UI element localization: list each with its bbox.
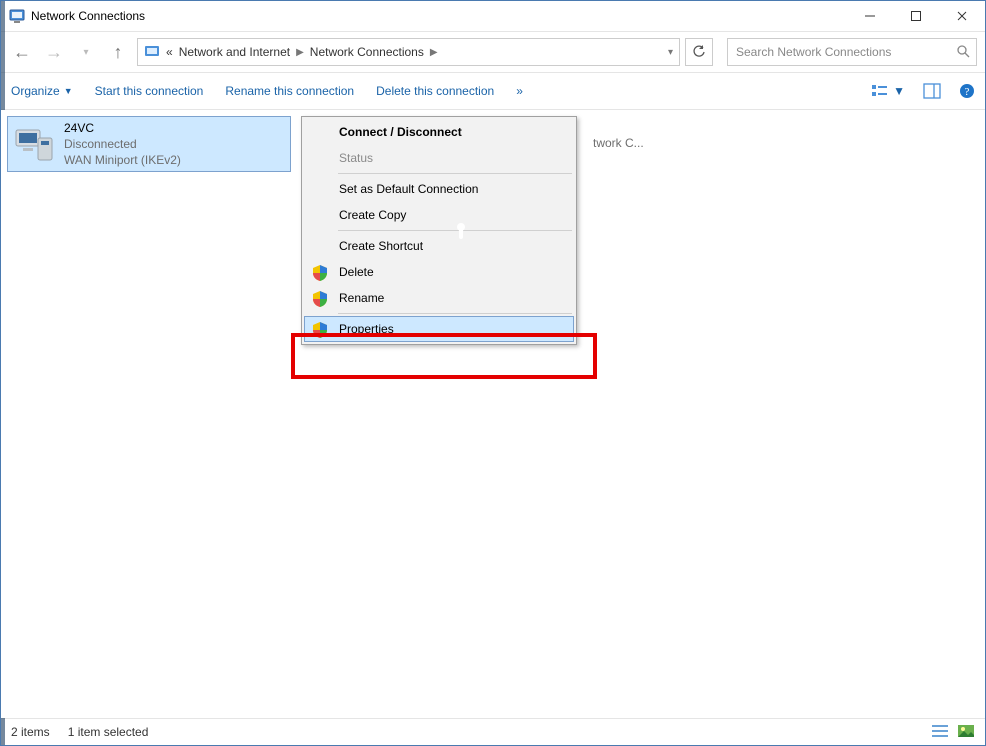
maximize-button[interactable] [893,1,939,31]
ctx-connect-disconnect[interactable]: Connect / Disconnect [304,119,574,145]
toolbar-overflow[interactable]: » [516,84,523,98]
ctx-create-copy[interactable]: Create Copy [304,202,574,228]
preview-pane-button[interactable] [923,83,941,99]
title-bar: Network Connections [1,1,985,32]
connection-name: 24VC [64,120,181,136]
refresh-button[interactable] [685,38,713,66]
ctx-delete[interactable]: Delete [304,259,574,285]
uac-shield-icon [311,264,329,282]
search-icon[interactable] [956,44,970,61]
breadcrumb-level-1[interactable]: Network and Internet [179,45,290,59]
address-bar: ← → ▾ ↑ « Network and Internet ▶ Network… [1,32,985,73]
status-bar: 2 items 1 item selected [1,718,985,745]
up-button[interactable]: ↑ [105,39,131,65]
search-input[interactable] [734,44,956,60]
organize-menu[interactable]: Organize▼ [11,84,73,98]
ctx-properties[interactable]: Properties [304,316,574,342]
truncated-connection-text: twork C... [593,136,644,150]
chevron-down-icon: ▼ [64,86,73,96]
svg-text:?: ? [965,86,970,98]
chevron-down-icon: ▼ [893,84,905,98]
connection-text: 24VC Disconnected WAN Miniport (IKEv2) [64,120,181,169]
menu-separator [338,230,572,231]
ctx-create-shortcut[interactable]: Create Shortcut [304,233,574,259]
status-item-count: 2 items [11,725,50,739]
breadcrumb-prefix: « [166,45,173,59]
ctx-rename[interactable]: Rename [304,285,574,311]
window-title: Network Connections [31,9,145,23]
window-root: Network Connections ← → ▾ ↑ « Network an… [0,0,986,746]
uac-shield-icon [311,321,329,339]
command-bar: Organize▼ Start this connection Rename t… [1,73,985,110]
context-menu: Connect / Disconnect Status Set as Defau… [301,116,577,345]
minimize-button[interactable] [847,1,893,31]
control-panel-icon [144,43,160,62]
close-button[interactable] [939,1,985,31]
large-icons-view-button[interactable] [957,724,975,741]
breadcrumb-bar[interactable]: « Network and Internet ▶ Network Connect… [137,38,680,66]
chevron-right-icon[interactable]: ▶ [430,47,438,58]
change-view-button[interactable]: ▼ [871,83,905,99]
connection-device: WAN Miniport (IKEv2) [64,152,181,168]
network-connections-icon [9,8,25,24]
recent-locations-dropdown[interactable]: ▾ [73,39,99,65]
vpn-connection-icon [14,124,56,164]
connection-status: Disconnected [64,136,181,152]
delete-connection-button[interactable]: Delete this connection [376,84,494,98]
help-button[interactable]: ? [959,83,975,99]
search-box[interactable] [727,38,977,66]
back-button[interactable]: ← [9,39,35,65]
details-view-button[interactable] [931,724,949,741]
breadcrumb-level-2[interactable]: Network Connections [310,45,424,59]
uac-shield-icon [311,290,329,308]
ctx-status[interactable]: Status [304,145,574,171]
ctx-set-default[interactable]: Set as Default Connection [304,176,574,202]
rename-connection-button[interactable]: Rename this connection [225,84,354,98]
menu-separator [338,173,572,174]
forward-button[interactable]: → [41,39,67,65]
status-selection-count: 1 item selected [68,725,149,739]
start-connection-button[interactable]: Start this connection [95,84,204,98]
chevron-right-icon[interactable]: ▶ [296,47,304,58]
content-area[interactable]: 24VC Disconnected WAN Miniport (IKEv2) t… [1,110,985,718]
menu-separator [338,313,572,314]
address-dropdown[interactable]: ▾ [668,47,673,58]
connection-item-24vc[interactable]: 24VC Disconnected WAN Miniport (IKEv2) [7,116,291,172]
